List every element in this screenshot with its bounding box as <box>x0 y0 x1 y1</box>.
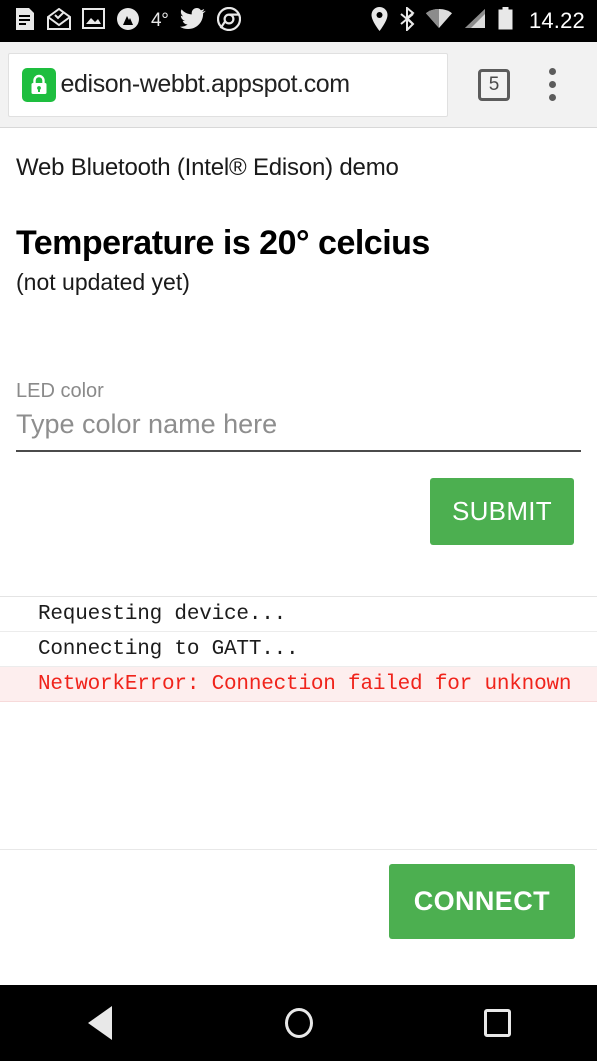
browser-toolbar: /edison-webbt.appspot.com 5 <box>0 42 597 128</box>
back-icon <box>87 1006 112 1040</box>
android-nav-bar <box>0 985 597 1061</box>
status-system-icons: 14.22 <box>371 5 585 36</box>
menu-dot <box>548 68 556 75</box>
status-clock: 14.22 <box>528 8 585 33</box>
mountain-app-icon <box>116 7 140 36</box>
led-color-label: LED color <box>16 380 104 402</box>
wifi-icon <box>425 8 452 34</box>
home-icon <box>284 1008 313 1038</box>
nav-home-button[interactable] <box>199 985 398 1061</box>
status-notification-icons: 4° <box>14 6 241 36</box>
status-temperature: 4° <box>151 10 169 31</box>
page-subtitle: Web Bluetooth (Intel® Edison) demo <box>16 154 399 181</box>
location-pin-icon <box>371 6 388 36</box>
cellular-signal-icon <box>463 8 487 34</box>
nav-recents-button[interactable] <box>398 985 597 1061</box>
submit-button[interactable]: SUBMIT <box>429 478 574 545</box>
url-bar[interactable]: /edison-webbt.appspot.com <box>8 52 448 117</box>
log-row-error: NetworkError: Connection failed for unkn… <box>0 667 597 702</box>
mail-open-icon <box>47 7 71 35</box>
temperature-status-note: (not updated yet) <box>16 269 190 295</box>
url-text: /edison-webbt.appspot.com <box>61 70 350 98</box>
led-color-input[interactable] <box>16 409 581 452</box>
twitter-icon <box>179 7 206 35</box>
overflow-menu-icon[interactable] <box>532 63 572 107</box>
menu-dot <box>548 94 556 101</box>
connect-bar: CONNECT <box>0 849 597 953</box>
page-title: Temperature is 20° celcius <box>16 224 430 262</box>
web-page-content: Web Bluetooth (Intel® Edison) demo Tempe… <box>0 128 597 985</box>
log-console: Requesting device... Connecting to GATT.… <box>0 596 597 702</box>
phone-screen: 4° 14.22 /edison-webbt.appspot.com 5 Web… <box>0 0 597 1061</box>
nav-back-button[interactable] <box>0 985 199 1061</box>
menu-dot <box>548 81 556 88</box>
article-icon <box>14 7 36 36</box>
lock-icon <box>22 67 56 102</box>
bluetooth-icon <box>399 5 415 36</box>
chrome-icon <box>216 6 241 36</box>
recents-icon <box>484 1009 511 1037</box>
tab-counter-button[interactable]: 5 <box>478 68 510 101</box>
submit-row: SUBMIT <box>0 452 597 545</box>
led-color-field-group: LED color <box>0 296 597 452</box>
connect-button[interactable]: CONNECT <box>388 864 575 939</box>
status-bar: 4° 14.22 <box>0 0 597 42</box>
tab-counter-label: 5 <box>488 74 500 95</box>
battery-icon <box>498 7 513 35</box>
log-row: Connecting to GATT... <box>0 632 597 667</box>
log-row: Requesting device... <box>0 597 597 632</box>
photo-icon <box>82 8 105 34</box>
